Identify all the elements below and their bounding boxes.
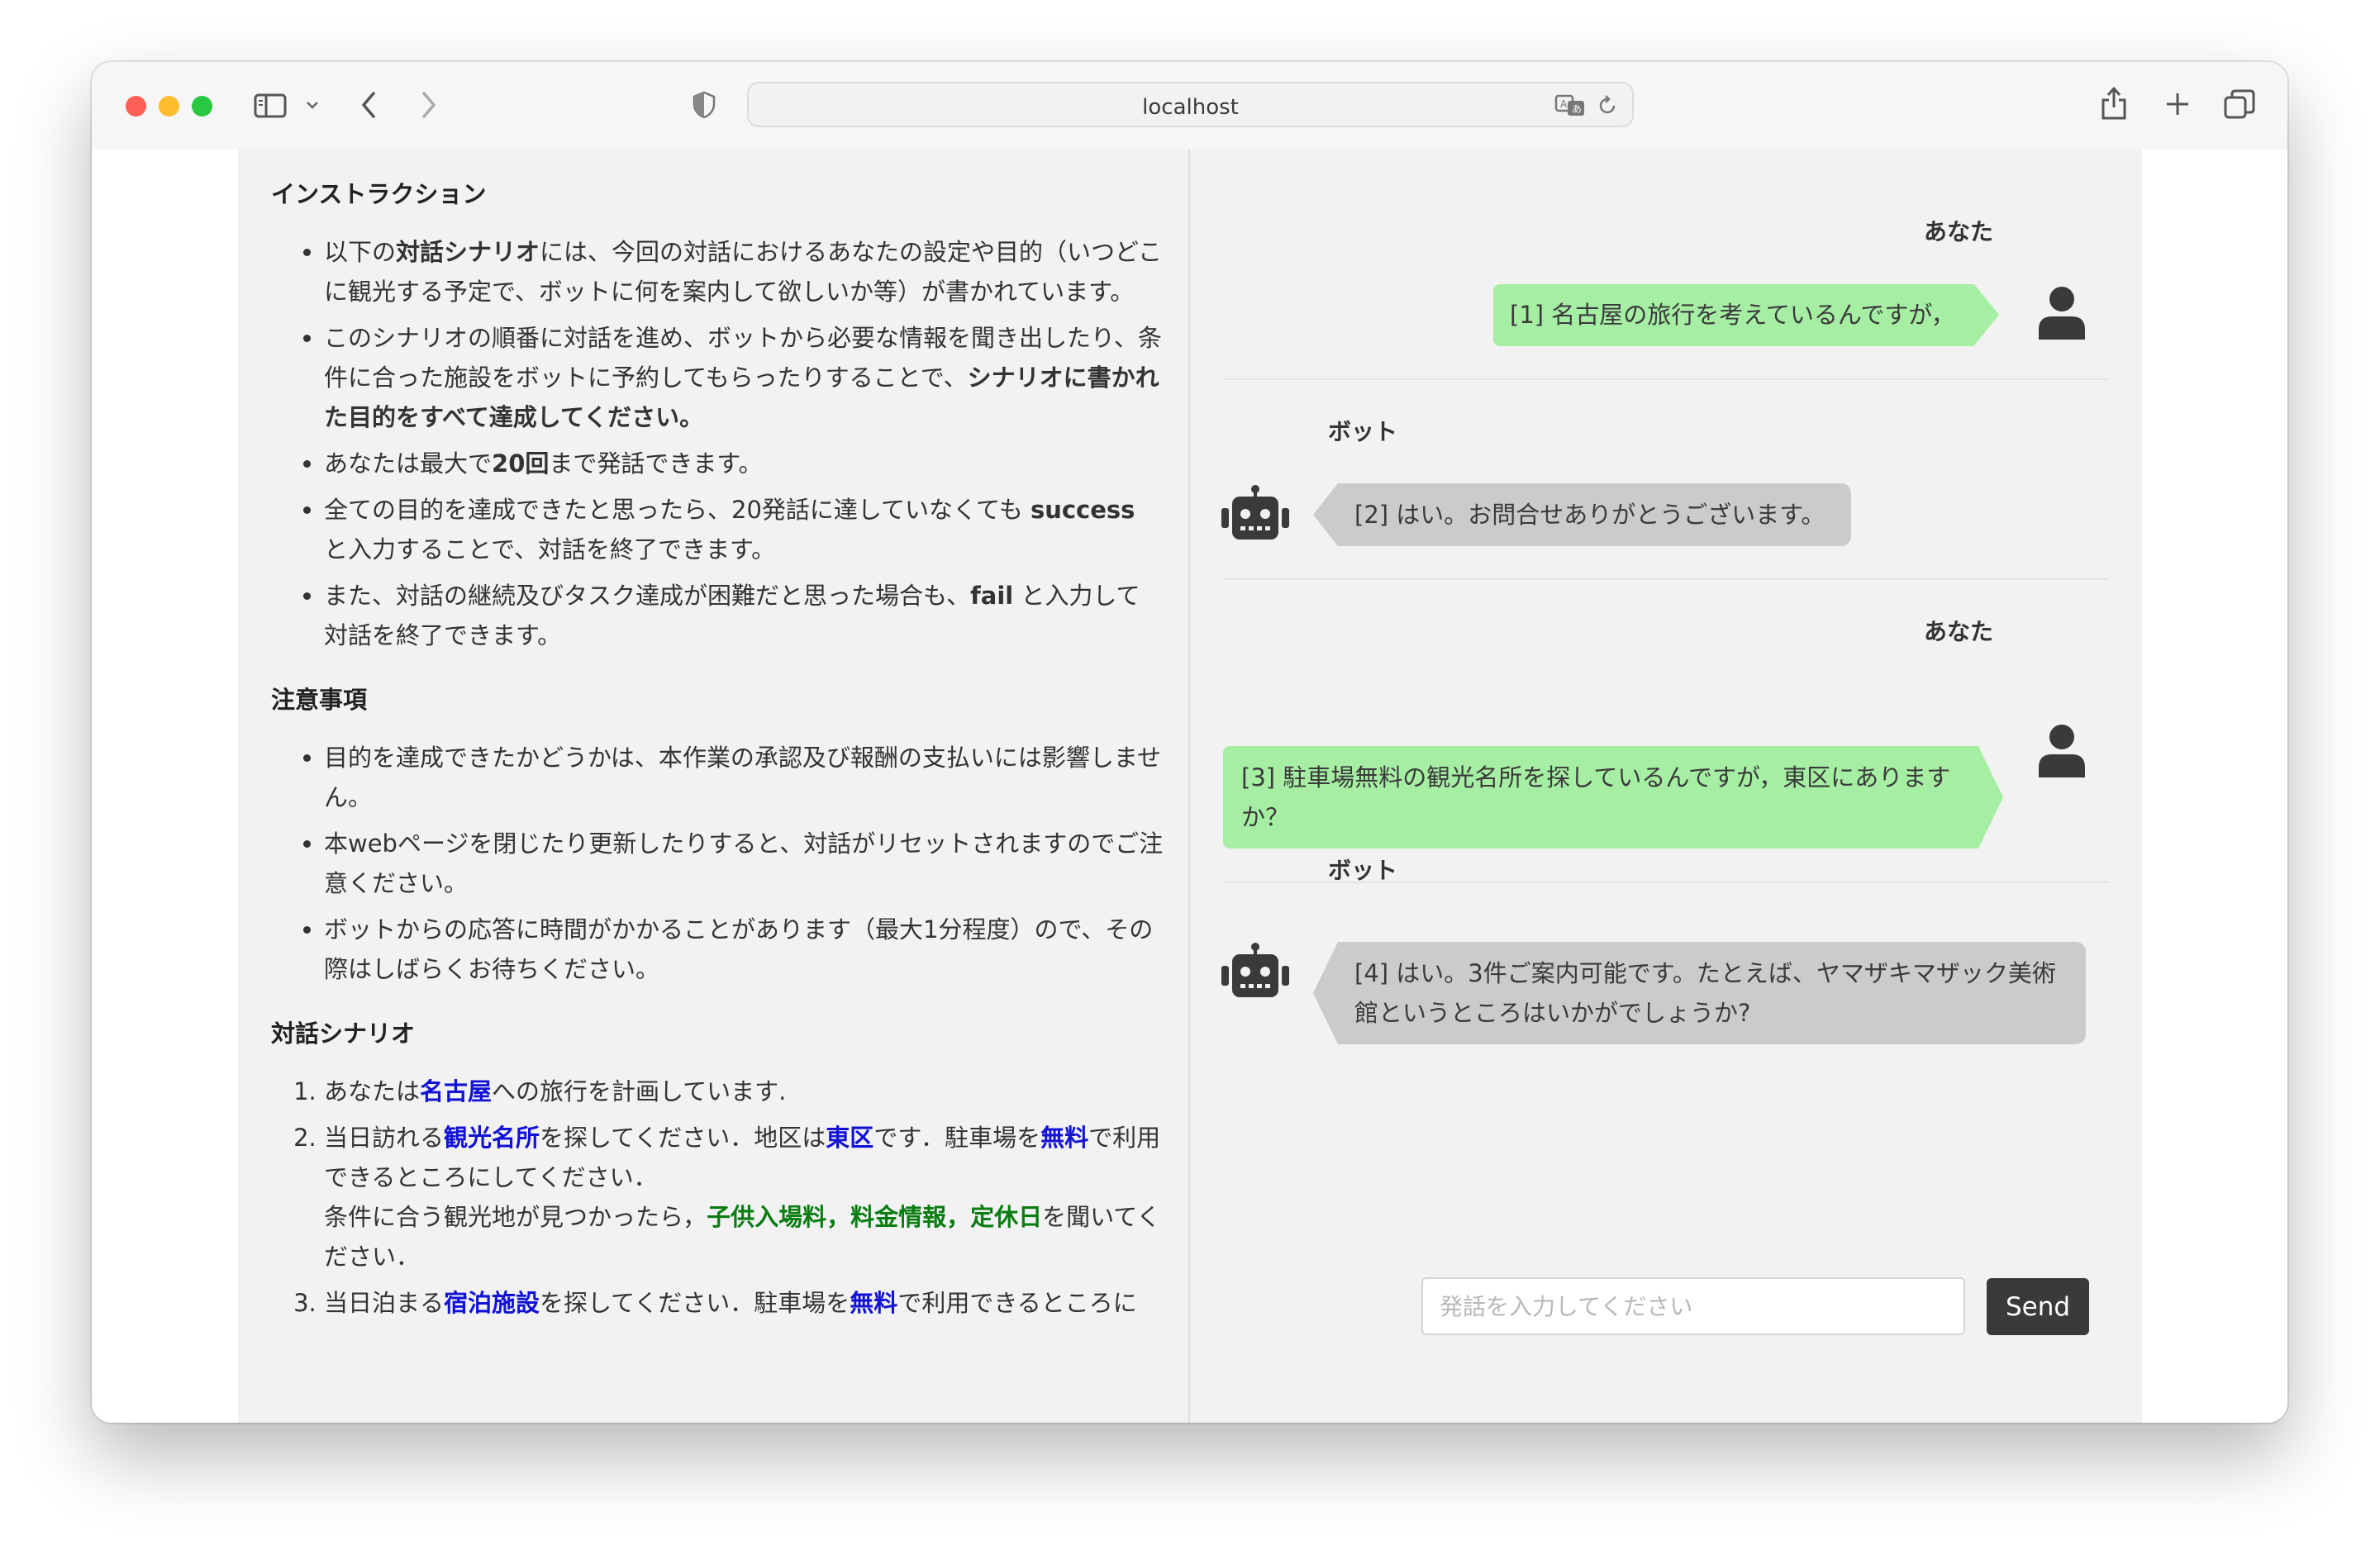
user-avatar-icon (2037, 283, 2087, 345)
chevron-down-icon[interactable] (305, 100, 320, 110)
browser-toolbar: localhost Aあ (92, 62, 2287, 151)
plus-icon[interactable] (2165, 92, 2190, 116)
zoom-window-button[interactable] (192, 96, 212, 116)
notes-heading: 注意事項 (271, 686, 368, 714)
scenario-step: 当日訪れる観光名所を探してください．地区は東区です．駐車場を無料で利用できるとこ… (324, 1118, 1164, 1276)
message-input[interactable] (1421, 1277, 1965, 1335)
message-separator (1223, 378, 2109, 380)
page-content: インストラクション 以下の対話シナリオには、今回の対話におけるあなたの設定や目的… (92, 150, 2287, 1423)
list-item: このシナリオの順番に対話を進め、ボットから必要な情報を聞き出したり、条件に合った… (324, 318, 1164, 437)
bot-message: [4] はい。3件ご案内可能です。たとえば、ヤマザキマザック美術館というところは… (1338, 942, 2086, 1044)
translate-icon[interactable]: Aあ (1554, 93, 1587, 118)
speaker-label: ボット (1328, 857, 1398, 884)
forward-icon[interactable] (419, 90, 439, 120)
svg-text:あ: あ (1572, 103, 1582, 115)
scenario-heading: 対話シナリオ (271, 1020, 416, 1048)
speaker-label: あなた (1924, 618, 1994, 645)
bot-avatar-icon (1221, 943, 1290, 1004)
user-message: [1] 名古屋の旅行を考えているんですが， (1493, 284, 1974, 346)
bot-avatar-icon (1221, 485, 1290, 546)
bubble-tail (1313, 483, 1338, 546)
back-icon[interactable] (359, 90, 378, 120)
svg-text:A: A (1560, 98, 1568, 110)
list-item: ボットからの応答に時間がかかることがあります（最大1分程度）ので、その際はしばら… (324, 910, 1164, 989)
list-item: 以下の対話シナリオには、今回の対話におけるあなたの設定や目的（いつどこに観光する… (324, 232, 1164, 311)
bot-message: [2] はい。お問合せありがとうございます。 (1338, 483, 1851, 546)
user-message: [3] 駐車場無料の観光名所を探しているんですが，東区にありますか？ (1223, 746, 1978, 849)
scenario-step: 当日泊まる宿泊施設を探してください．駐車場を無料で利用できるところに (324, 1283, 1164, 1323)
list-item: また、対話の継続及びタスク達成が困難だと思った場合も、fail と入力して対話を… (324, 576, 1164, 655)
speaker-label: あなた (1924, 218, 1994, 245)
speaker-label: ボット (1328, 418, 1398, 445)
share-icon[interactable] (2100, 85, 2128, 121)
instructions-panel: インストラクション 以下の対話シナリオには、今回の対話におけるあなたの設定や目的… (238, 150, 1188, 1423)
message-separator (1223, 578, 2109, 580)
scenario-step: あなたは名古屋への旅行を計画しています. (324, 1072, 1164, 1111)
list-item: 全ての目的を達成できたと思ったら、20発話に達していなくても success と… (324, 490, 1164, 569)
instructions-heading: インストラクション (271, 180, 487, 208)
minimize-window-button[interactable] (159, 96, 179, 116)
bubble-tail (1978, 746, 2003, 849)
notes-list: 目的を達成できたかどうかは、本作業の承認及び報酬の支払いには影響しません。 本w… (271, 738, 1164, 989)
url-text: localhost (1142, 95, 1239, 120)
bubble-tail (1313, 942, 1338, 1044)
browser-window: localhost Aあ インストラクション 以下の対話シナリオには、今回の対話… (92, 62, 2287, 1423)
user-avatar-icon (2037, 721, 2087, 782)
instructions-content: インストラクション 以下の対話シナリオには、今回の対話におけるあなたの設定や目的… (271, 174, 1164, 1329)
scenario-list: あなたは名古屋への旅行を計画しています. 当日訪れる観光名所を探してください．地… (271, 1072, 1164, 1323)
address-bar[interactable]: localhost Aあ (747, 82, 1634, 127)
list-item: 本webページを閉じたり更新したりすると、対話がリセットされますのでご注意くださ… (324, 824, 1164, 903)
list-item: あなたは最大で20回まで発話できます。 (324, 444, 1164, 483)
reload-icon[interactable] (1596, 94, 1619, 117)
send-button[interactable]: Send (1987, 1278, 2089, 1335)
list-item: 目的を達成できたかどうかは、本作業の承認及び報酬の支払いには影響しません。 (324, 738, 1164, 817)
bubble-tail (1974, 284, 1999, 345)
chat-panel: あなた [1] 名古屋の旅行を考えているんですが， ボット [2] はい。お問合… (1190, 150, 2142, 1423)
close-window-button[interactable] (126, 96, 146, 116)
tabs-icon[interactable] (2224, 89, 2255, 121)
sidebar-icon[interactable] (254, 93, 287, 118)
shield-icon[interactable] (692, 91, 716, 119)
instructions-list: 以下の対話シナリオには、今回の対話におけるあなたの設定や目的（いつどこに観光する… (271, 232, 1164, 655)
